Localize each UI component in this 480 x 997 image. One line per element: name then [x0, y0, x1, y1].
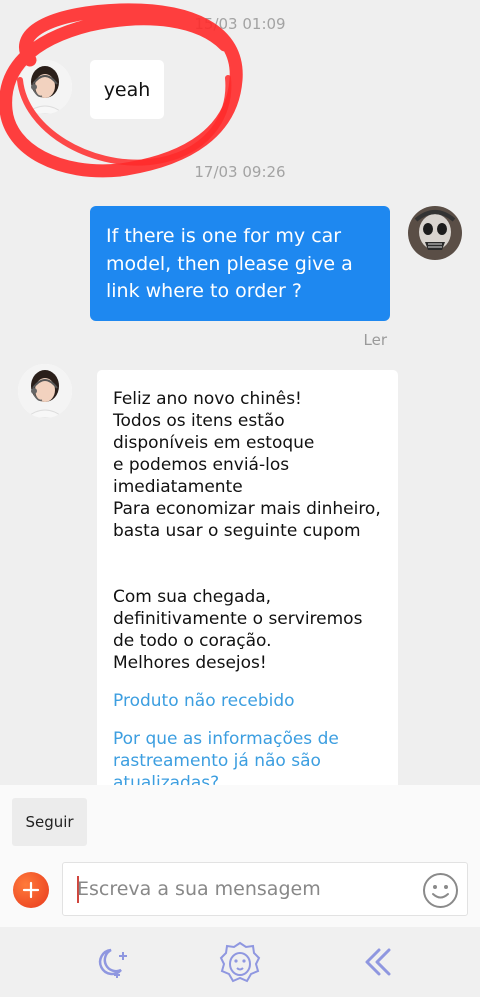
double-chevron-left-icon	[365, 948, 391, 976]
message-line: basta usar o seguinte cupom	[113, 521, 361, 541]
link-line: atualizadas?	[113, 773, 220, 785]
message-line: model, then please give a	[106, 252, 353, 275]
timestamp: 17/03 09:26	[194, 163, 286, 181]
agent-avatar-icon	[18, 364, 72, 418]
plus-icon	[22, 881, 40, 899]
timestamp: 15/03 01:09	[194, 15, 286, 33]
moon-star-button[interactable]	[86, 937, 136, 987]
message-line: Para economizar mais dinheiro,	[113, 499, 381, 519]
message-line: de todo o coração.	[113, 631, 272, 651]
message-line: Com sua chegada,	[113, 587, 272, 607]
system-nav-bar	[0, 927, 480, 997]
message-line: definitivamente o serviremos	[113, 609, 363, 629]
link-produto-nao-recebido[interactable]: Produto não recebido	[113, 690, 384, 712]
message-bubble-incoming[interactable]: yeah	[90, 60, 164, 119]
message-bubble-outgoing[interactable]: If there is one for my car model, then p…	[90, 206, 390, 321]
message-line: imediatamente	[113, 477, 243, 497]
message-line: Feliz ano novo chinês!	[113, 389, 302, 409]
link-rastreamento[interactable]: Por que as informações de rastreamento j…	[113, 728, 384, 785]
follow-button[interactable]: Seguir	[12, 798, 87, 846]
message-input[interactable]	[77, 863, 407, 915]
message-line: If there is one for my car	[106, 225, 342, 247]
back-button[interactable]	[352, 937, 402, 987]
user-avatar-icon	[408, 206, 462, 260]
agent-avatar-icon	[18, 60, 72, 114]
quick-reply-bar: Seguir	[0, 785, 480, 857]
plus-button[interactable]	[13, 872, 49, 908]
user-avatar[interactable]	[408, 206, 462, 260]
input-bar	[0, 857, 480, 927]
message-line: disponíveis em estoque	[113, 433, 315, 453]
emoji-icon[interactable]	[422, 872, 459, 909]
message-input-box[interactable]	[62, 862, 468, 916]
link-line: Por que as informações de	[113, 729, 339, 749]
moon-star-icon	[98, 948, 127, 978]
message-line: Melhores desejos!	[113, 653, 267, 673]
message-text: yeah	[103, 78, 151, 101]
message-line: e podemos enviá-los	[113, 455, 290, 475]
agent-avatar[interactable]	[18, 60, 72, 114]
lion-icon	[219, 941, 261, 983]
agent-avatar[interactable]	[18, 364, 72, 418]
link-line: rastreamento já não são	[113, 751, 321, 771]
chat-area[interactable]: 15/03 01:09 yeah 17/03 09:26 If there is…	[0, 0, 480, 785]
read-status: Ler	[363, 331, 388, 349]
home-button[interactable]	[215, 937, 265, 987]
message-line: link where to order ?	[106, 280, 302, 302]
message-bubble-incoming[interactable]: Feliz ano novo chinês! Todos os itens es…	[97, 370, 398, 785]
message-line: Todos os itens estão	[113, 411, 285, 431]
